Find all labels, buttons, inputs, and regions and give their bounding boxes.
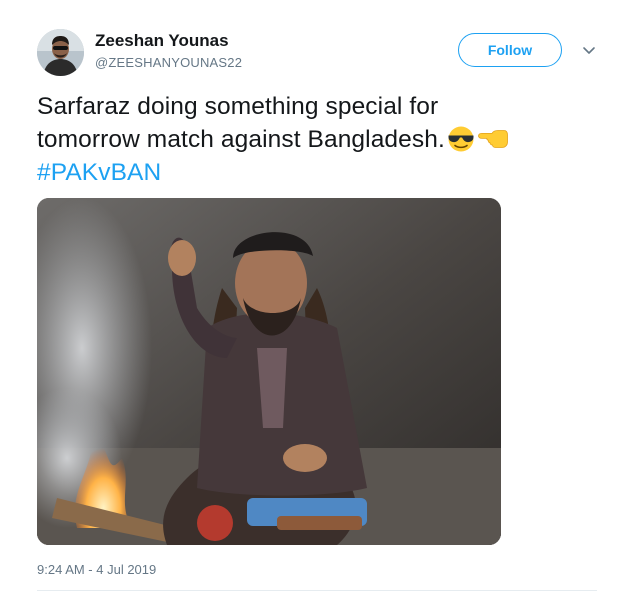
- author-handle[interactable]: @ZEESHANYOUNAS22: [95, 55, 242, 70]
- photo-illustration: [37, 198, 501, 545]
- tweet-timestamp[interactable]: 9:24 AM - 4 Jul 2019: [37, 562, 156, 577]
- chevron-down-icon: [583, 47, 595, 54]
- tweet-line-2-wrapper: tomorrow match against Bangladesh.: [37, 123, 597, 156]
- profile-photo-icon: [37, 29, 84, 76]
- smiling-face-with-sunglasses-icon: [448, 126, 474, 152]
- author-name[interactable]: Zeeshan Younas: [95, 31, 229, 51]
- backhand-index-pointing-left-icon: [477, 130, 508, 148]
- hashtag-link[interactable]: #PAKvBAN: [37, 156, 597, 189]
- author-avatar[interactable]: [37, 29, 84, 76]
- tweet-line-1: Sarfaraz doing something special for: [37, 93, 439, 120]
- follow-button[interactable]: Follow: [458, 33, 562, 67]
- tweet-line-2: tomorrow match against Bangladesh.: [37, 126, 445, 153]
- more-options-button[interactable]: [579, 40, 599, 60]
- tweet-photo[interactable]: [37, 198, 501, 545]
- tweet-card: Zeeshan Younas @ZEESHANYOUNAS22 Follow S…: [0, 0, 628, 598]
- tweet-text: Sarfaraz doing something special for tom…: [37, 90, 597, 189]
- divider: [37, 590, 597, 591]
